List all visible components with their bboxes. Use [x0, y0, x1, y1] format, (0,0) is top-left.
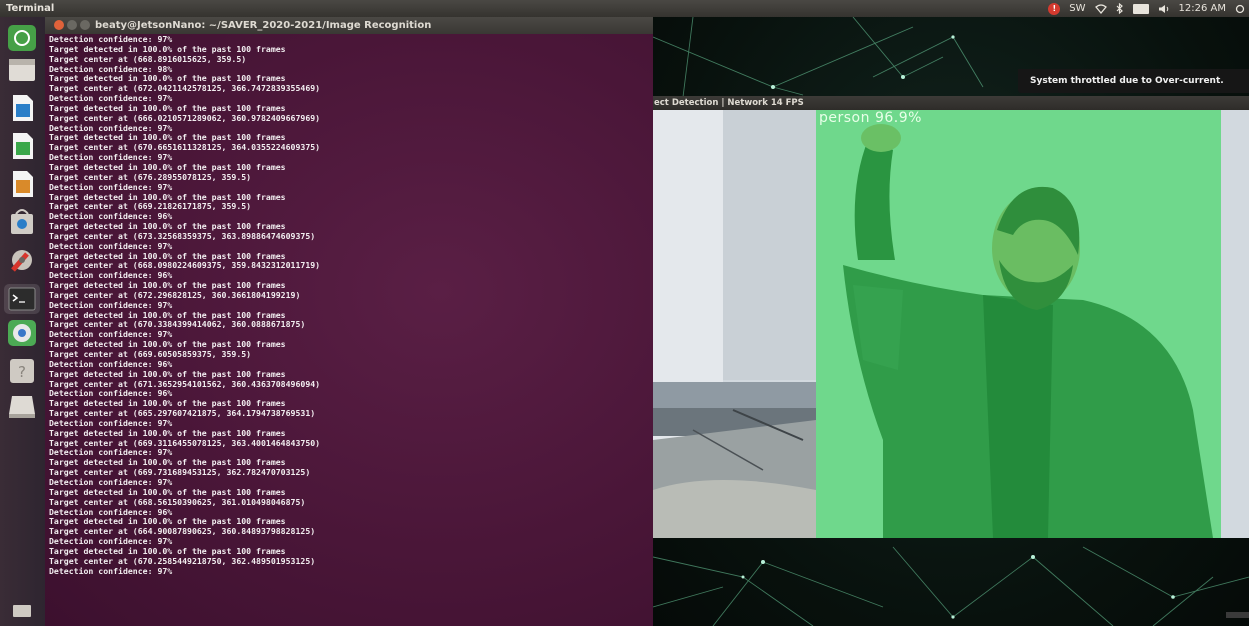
network-icon[interactable]	[1094, 3, 1107, 14]
terminal-line: Detection confidence: 97%	[49, 565, 173, 576]
impress-icon[interactable]	[4, 169, 40, 199]
maximize-icon[interactable]	[80, 20, 90, 30]
settings-icon[interactable]	[4, 245, 40, 275]
terminal-output[interactable]: Detection confidence: 97% Target detected…	[49, 35, 649, 625]
writer-icon[interactable]	[4, 93, 40, 123]
battery-icon[interactable]	[1132, 3, 1149, 14]
software-icon[interactable]	[4, 207, 40, 237]
help-icon[interactable]: ?	[4, 356, 40, 386]
calc-icon[interactable]	[4, 131, 40, 161]
terminal-titlebar[interactable]: beaty@JetsonNano: ~/SAVER_2020-2021/Imag…	[45, 17, 653, 34]
launcher: ?	[0, 17, 45, 626]
terminal-title: beaty@JetsonNano: ~/SAVER_2020-2021/Imag…	[95, 20, 432, 31]
drive-icon[interactable]	[4, 391, 40, 421]
terminal-window[interactable]: beaty@JetsonNano: ~/SAVER_2020-2021/Imag…	[45, 17, 653, 626]
dash-icon[interactable]	[4, 23, 40, 53]
minimize-icon[interactable]	[67, 20, 77, 30]
detection-label: person 96.9%	[819, 110, 922, 126]
power-gear-icon[interactable]	[1235, 4, 1245, 14]
person-bounding-box	[816, 110, 1221, 538]
trash-icon[interactable]	[4, 601, 40, 619]
throttle-notification: System throttled due to Over-current.	[1018, 69, 1249, 93]
files-icon[interactable]	[4, 55, 40, 85]
top-panel: Terminal ! SW 12:26 AM	[0, 0, 1249, 17]
volume-icon[interactable]	[1158, 4, 1170, 14]
bluetooth-icon[interactable]	[1116, 3, 1124, 14]
detection-video-frame: person 96.9%	[653, 110, 1249, 538]
chromium-icon[interactable]	[4, 318, 40, 348]
active-app-name: Terminal	[6, 3, 55, 14]
corner-indicator	[1226, 612, 1249, 618]
close-icon[interactable]	[54, 20, 64, 30]
keyboard-indicator[interactable]: SW	[1069, 0, 1085, 17]
indicator-area: ! SW 12:26 AM	[1048, 0, 1245, 17]
detection-window-titlebar[interactable]: ect Detection | Network 14 FPS	[653, 96, 1249, 110]
update-notifier-icon[interactable]: !	[1048, 2, 1061, 15]
terminal-icon[interactable]	[4, 284, 40, 314]
svg-text:?: ?	[18, 363, 26, 381]
clock[interactable]: 12:26 AM	[1179, 0, 1226, 17]
